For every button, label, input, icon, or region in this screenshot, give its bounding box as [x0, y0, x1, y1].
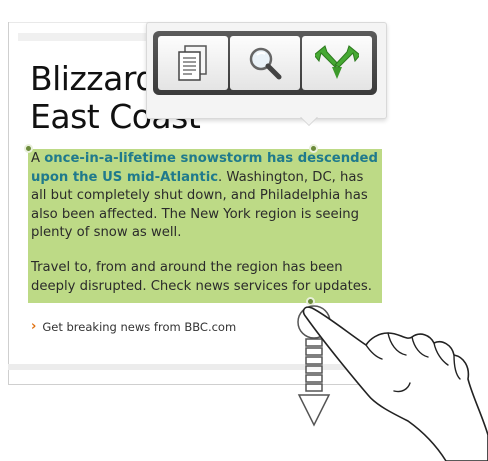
article-body[interactable]: A once-in-a-lifetime snowstorm has desce… — [31, 150, 381, 312]
selection-start-handle[interactable] — [24, 144, 33, 153]
p1-prefix: A — [31, 151, 45, 166]
search-icon — [249, 47, 282, 80]
copy-button[interactable] — [158, 36, 228, 90]
share-icon — [315, 45, 359, 79]
pointing-hand-icon — [302, 306, 488, 461]
breaking-news-label: Get breaking news from BBC.com — [42, 319, 237, 334]
popup-pointer — [300, 116, 318, 125]
chevron-right-icon: › — [31, 319, 37, 334]
selection-toolbar — [153, 31, 377, 95]
find-button[interactable] — [230, 36, 300, 90]
copy-icon — [178, 45, 207, 81]
article-paragraph-2[interactable]: Travel to, from and around the region ha… — [31, 259, 381, 296]
selection-top-handle[interactable] — [309, 144, 318, 153]
share-button[interactable] — [302, 36, 372, 90]
breaking-news-link[interactable]: › Get breaking news from BBC.com — [31, 319, 236, 334]
article-paragraph-1[interactable]: A once-in-a-lifetime snowstorm has desce… — [31, 150, 381, 243]
